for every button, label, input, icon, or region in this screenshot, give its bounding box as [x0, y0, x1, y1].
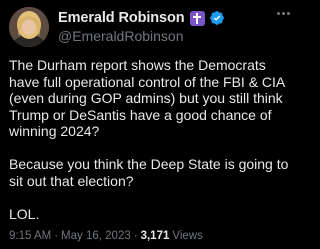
- avatar-image: [9, 7, 49, 47]
- tweet-time[interactable]: 9:15 AM: [9, 230, 51, 242]
- more-options-icon[interactable]: [277, 12, 290, 15]
- tweet-card: Emerald Robinson @EmeraldRobinson The Du…: [0, 0, 300, 249]
- avatar[interactable]: [9, 7, 49, 47]
- author-name-row: Emerald Robinson: [58, 9, 225, 27]
- separator-dot: ·: [54, 230, 59, 242]
- verified-badge-icon: [209, 11, 224, 25]
- author-handle[interactable]: @EmeraldRobinson: [58, 28, 184, 44]
- author-display-name[interactable]: Emerald Robinson: [58, 10, 185, 26]
- tweet-metadata: 9:15 AM · May 16, 2023 · 3,171 Views: [9, 230, 203, 242]
- views-count: 3,171: [140, 230, 170, 242]
- separator-dot: ·: [133, 230, 138, 242]
- latin-cross-icon: [189, 10, 205, 26]
- views-label: Views: [172, 230, 203, 242]
- tweet-date[interactable]: May 16, 2023: [61, 230, 131, 242]
- tweet-text: The Durham report shows the Democrats ha…: [9, 57, 289, 222]
